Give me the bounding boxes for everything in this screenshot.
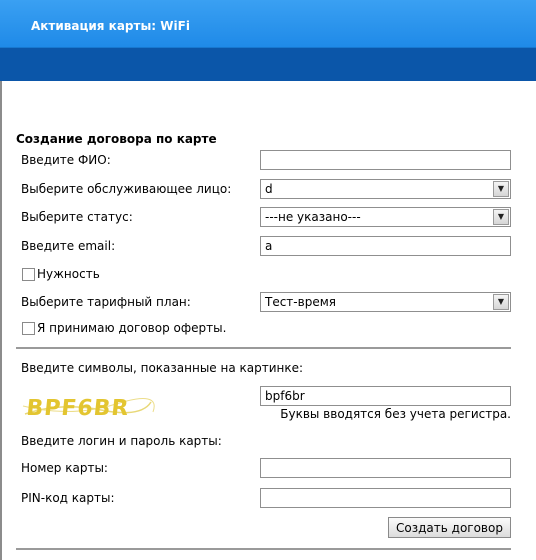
- fio-label: Введите ФИО:: [21, 153, 111, 167]
- captcha-hint: Буквы вводятся без учета регистра.: [280, 407, 511, 421]
- frame-border: [0, 81, 2, 560]
- captcha-label: Введите символы, показанные на картинке:: [21, 361, 304, 375]
- divider: [16, 347, 511, 349]
- captcha-image: BPF6BR: [22, 396, 155, 421]
- chevron-down-icon[interactable]: ▼: [493, 209, 509, 225]
- status-value: ---не указано---: [265, 210, 361, 224]
- section-title: Создание договора по карте: [16, 132, 217, 146]
- card-prompt: Введите логин и пароль карты:: [21, 434, 222, 448]
- need-label: Нужность: [37, 267, 100, 281]
- service-person-select[interactable]: d ▼: [260, 179, 511, 199]
- divider: [16, 548, 511, 550]
- offer-checkbox[interactable]: [22, 322, 35, 335]
- chevron-down-icon[interactable]: ▼: [493, 181, 509, 197]
- card-number-input[interactable]: [260, 458, 511, 478]
- status-label: Выберите статус:: [21, 210, 133, 224]
- offer-label: Я принимаю договор оферты.: [37, 321, 227, 335]
- status-select[interactable]: ---не указано--- ▼: [260, 207, 511, 227]
- page-title: Активация карты: WiFi: [31, 19, 190, 33]
- tariff-select[interactable]: Тест-время ▼: [260, 292, 511, 312]
- title-bar: Активация карты: WiFi: [0, 0, 536, 48]
- tariff-value: Тест-время: [265, 295, 336, 309]
- email-input[interactable]: [260, 236, 511, 256]
- email-label: Введите email:: [21, 239, 116, 253]
- service-person-value: d: [265, 182, 273, 196]
- header-band: [0, 48, 536, 81]
- service-person-label: Выберите обслуживающее лицо:: [21, 182, 232, 196]
- card-number-label: Номер карты:: [21, 461, 108, 475]
- need-checkbox[interactable]: [22, 268, 35, 281]
- create-contract-button[interactable]: Создать договор: [388, 517, 511, 538]
- captcha-input[interactable]: [260, 386, 511, 406]
- chevron-down-icon[interactable]: ▼: [493, 294, 509, 310]
- fio-input[interactable]: [260, 150, 511, 170]
- captcha-text: BPF6BR: [25, 396, 131, 421]
- tariff-label: Выберите тарифный план:: [21, 295, 191, 309]
- pin-input[interactable]: [260, 488, 511, 508]
- pin-label: PIN-код карты:: [21, 491, 115, 505]
